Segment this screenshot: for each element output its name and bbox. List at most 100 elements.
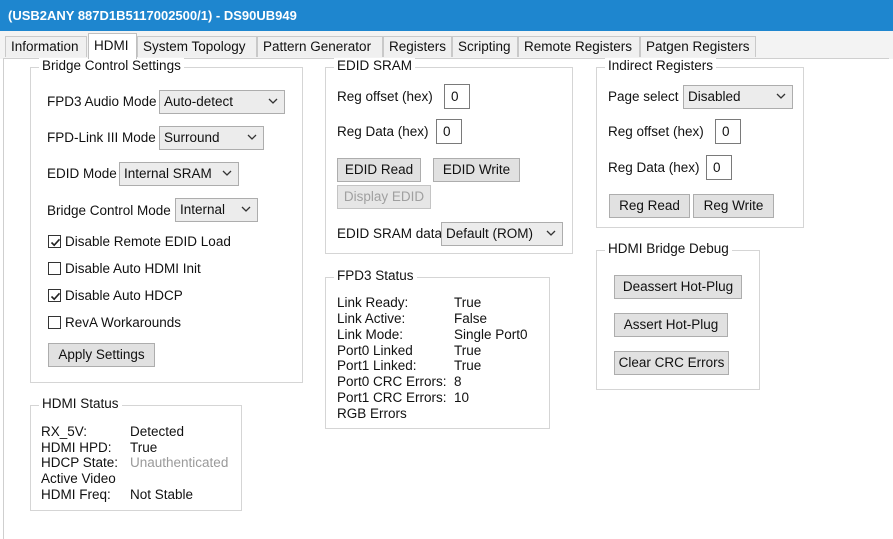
port0-crc-errors-value: 8 xyxy=(454,374,462,389)
disable-auto-hdcp-label: Disable Auto HDCP xyxy=(65,288,183,303)
edid-mode-label: EDID Mode xyxy=(47,166,117,181)
reva-workarounds-checkbox[interactable] xyxy=(48,316,61,329)
tab-registers[interactable]: Registers xyxy=(383,36,452,57)
port1-crc-errors-label: Port1 CRC Errors: xyxy=(337,390,447,405)
apply-settings-button[interactable]: Apply Settings xyxy=(48,343,155,367)
page-select-value: Disabled xyxy=(688,89,741,104)
indirect-reg-data-input[interactable]: 0 xyxy=(706,155,732,180)
hdmi-hpd-label: HDMI HPD: xyxy=(41,440,112,455)
link-ready-value: True xyxy=(454,295,482,310)
rgb-errors-label: RGB Errors xyxy=(337,406,407,421)
edid-mode-select[interactable]: Internal SRAM xyxy=(119,162,239,186)
tab-label: Scripting xyxy=(458,39,511,54)
reg-write-button[interactable]: Reg Write xyxy=(693,194,774,218)
chevron-down-icon xyxy=(241,206,251,212)
tab-label: System Topology xyxy=(143,39,246,54)
chevron-down-icon xyxy=(268,98,278,104)
port1-linked-label: Port1 Linked: xyxy=(337,358,417,373)
group-legend: HDMI Bridge Debug xyxy=(605,241,732,256)
edid-reg-data-label: Reg Data (hex) xyxy=(337,124,429,139)
disable-auto-hdcp-checkbox[interactable] xyxy=(48,289,61,302)
page-select-dropdown[interactable]: Disabled xyxy=(683,85,793,109)
tab-label: Remote Registers xyxy=(524,39,633,54)
edid-reg-offset-input[interactable]: 0 xyxy=(444,84,470,109)
reva-workarounds-label: RevA Workarounds xyxy=(65,315,182,330)
chevron-down-icon xyxy=(247,134,257,140)
page-select-label: Page select xyxy=(608,89,679,104)
fpd3-audio-mode-select[interactable]: Auto-detect xyxy=(159,90,285,114)
rx-5v-label: RX_5V: xyxy=(41,424,88,439)
display-edid-button[interactable]: Display EDID xyxy=(337,185,431,209)
group-legend: Indirect Registers xyxy=(605,58,717,73)
chevron-down-icon xyxy=(776,93,786,99)
disable-remote-edid-load-label: Disable Remote EDID Load xyxy=(65,234,231,249)
bridge-control-settings-group: Bridge Control Settings xyxy=(30,58,303,383)
edid-write-button[interactable]: EDID Write xyxy=(433,158,520,182)
edid-mode-value: Internal SRAM xyxy=(124,166,212,181)
edid-reg-data-input[interactable]: 0 xyxy=(436,119,462,144)
tab-label: Patgen Registers xyxy=(646,39,750,54)
chevron-down-icon xyxy=(546,230,556,236)
tab-label: Information xyxy=(11,39,79,54)
fpd-link-mode-label: FPD-Link III Mode xyxy=(47,130,156,145)
port1-crc-errors-value: 10 xyxy=(454,390,470,405)
tab-label: Registers xyxy=(389,39,447,54)
bridge-control-mode-value: Internal xyxy=(180,202,226,217)
group-legend: FPD3 Status xyxy=(334,268,417,283)
tab-label: HDMI xyxy=(94,38,129,53)
tab-patgen-registers[interactable]: Patgen Registers xyxy=(640,36,756,57)
link-active-label: Link Active: xyxy=(337,311,406,326)
disable-auto-hdmi-init-label: Disable Auto HDMI Init xyxy=(65,261,201,276)
bridge-control-mode-select[interactable]: Internal xyxy=(175,198,258,222)
check-mark-icon xyxy=(50,238,61,247)
deassert-hot-plug-button[interactable]: Deassert Hot-Plug xyxy=(614,275,742,299)
tab-scripting[interactable]: Scripting xyxy=(452,36,518,57)
fpd-link-mode-value: Surround xyxy=(164,130,220,145)
tab-system-topology[interactable]: System Topology xyxy=(137,36,257,57)
bridge-control-mode-label: Bridge Control Mode xyxy=(47,203,171,218)
port0-linked-label: Port0 Linked xyxy=(337,343,413,358)
tab-remote-registers[interactable]: Remote Registers xyxy=(518,36,640,57)
clear-crc-errors-button[interactable]: Clear CRC Errors xyxy=(614,351,729,375)
window-title: (USB2ANY 887D1B5117002500/1) - DS90UB949 xyxy=(8,8,297,23)
window-title-bar: (USB2ANY 887D1B5117002500/1) - DS90UB949 xyxy=(0,0,893,31)
tab-hdmi[interactable]: HDMI xyxy=(88,33,137,59)
chevron-down-icon xyxy=(222,170,232,176)
link-active-value: False xyxy=(454,311,488,326)
link-mode-label: Link Mode: xyxy=(337,327,404,342)
rx-5v-value: Detected xyxy=(130,424,185,439)
indirect-reg-offset-label: Reg offset (hex) xyxy=(608,124,704,139)
edid-sram-data-value: Default (ROM) xyxy=(446,226,534,241)
indirect-reg-data-label: Reg Data (hex) xyxy=(608,160,700,175)
assert-hot-plug-button[interactable]: Assert Hot-Plug xyxy=(614,313,728,337)
edid-read-button[interactable]: EDID Read xyxy=(337,158,421,182)
fpd-link-mode-select[interactable]: Surround xyxy=(159,126,264,150)
hdmi-freq-label: HDMI Freq: xyxy=(41,487,111,502)
disable-remote-edid-load-checkbox[interactable] xyxy=(48,235,61,248)
port1-linked-value: True xyxy=(454,358,482,373)
hdcp-state-value: Unauthenticated xyxy=(130,455,229,470)
port0-linked-value: True xyxy=(454,343,482,358)
tab-label: Pattern Generator xyxy=(263,39,372,54)
indirect-reg-offset-input[interactable]: 0 xyxy=(715,119,741,144)
group-legend: EDID SRAM xyxy=(334,58,416,73)
hdmi-freq-value: Not Stable xyxy=(130,487,194,502)
reg-read-button[interactable]: Reg Read xyxy=(609,194,690,218)
hdmi-hpd-value: True xyxy=(130,440,158,455)
edid-sram-data-label: EDID SRAM data xyxy=(337,226,443,241)
tab-information[interactable]: Information xyxy=(5,36,87,57)
tab-pattern-generator[interactable]: Pattern Generator xyxy=(257,36,383,57)
link-ready-label: Link Ready: xyxy=(337,295,409,310)
fpd3-audio-mode-label: FPD3 Audio Mode xyxy=(47,94,157,109)
port0-crc-errors-label: Port0 CRC Errors: xyxy=(337,374,447,389)
fpd3-audio-mode-value: Auto-detect xyxy=(164,94,234,109)
hdcp-state-label: HDCP State: xyxy=(41,455,119,470)
active-video-label: Active Video xyxy=(41,471,116,486)
check-mark-icon xyxy=(50,292,61,301)
group-legend: HDMI Status xyxy=(39,396,122,411)
edid-reg-offset-label: Reg offset (hex) xyxy=(337,89,433,104)
group-legend: Bridge Control Settings xyxy=(39,58,184,73)
link-mode-value: Single Port0 xyxy=(454,327,528,342)
edid-sram-data-select[interactable]: Default (ROM) xyxy=(441,222,563,246)
disable-auto-hdmi-init-checkbox[interactable] xyxy=(48,262,61,275)
